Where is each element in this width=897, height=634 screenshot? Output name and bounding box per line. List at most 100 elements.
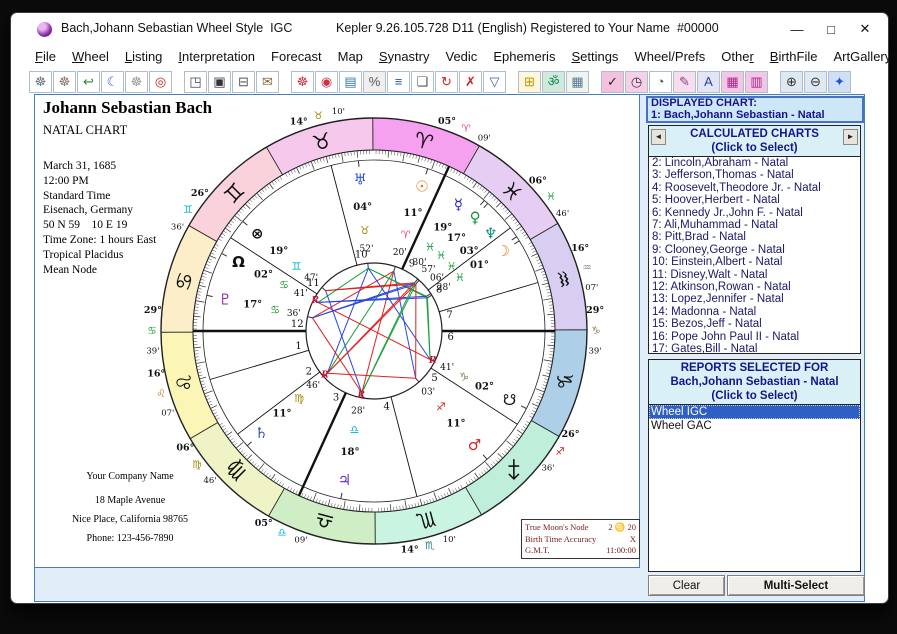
multi-select-button[interactable]: Multi-Select	[727, 575, 865, 596]
menu-item-birthfile[interactable]: BirthFile	[762, 47, 826, 66]
svg-text:♊: ♊	[292, 260, 302, 273]
svg-text:36': 36'	[542, 464, 555, 474]
calculated-chart-item[interactable]: 17: Gates,Bill - Natal	[649, 343, 860, 353]
menu-item-map[interactable]: Map	[330, 47, 371, 66]
menu-item-vedic[interactable]: Vedic	[438, 47, 486, 66]
calculated-chart-item[interactable]: 9: Clooney,George - Natal	[649, 244, 860, 256]
clock-wheel-icon[interactable]: ◔	[649, 71, 672, 93]
compass-icon[interactable]: ◎	[149, 71, 172, 93]
menu-item-listing[interactable]: Listing	[117, 47, 171, 66]
svg-text:♉: ♉	[360, 224, 370, 237]
report-item[interactable]: Wheel IGC	[649, 405, 860, 419]
scroll-right-button[interactable]: ►	[843, 129, 858, 145]
menu-item-synastry[interactable]: Synastry	[371, 47, 438, 66]
om-icon[interactable]: ॐ	[542, 71, 565, 93]
svg-text:41': 41'	[294, 289, 308, 299]
clock-icon[interactable]: ◷	[625, 71, 648, 93]
copy-pages-icon[interactable]: ❏	[411, 71, 434, 93]
menu-item-interpretation[interactable]: Interpretation	[170, 47, 263, 66]
svg-text:12: 12	[291, 319, 304, 330]
menu-item-wheelprefs[interactable]: Wheel/Prefs	[626, 47, 713, 66]
gift-wheel-icon[interactable]: ⊞	[518, 71, 541, 93]
svg-text:2: 2	[306, 366, 312, 377]
svg-text:01°: 01°	[470, 260, 489, 271]
calculated-chart-item[interactable]: 2: Lincoln,Abraham - Natal	[649, 157, 860, 169]
svg-text:09': 09'	[478, 133, 491, 143]
menu-item-wheel[interactable]: Wheel	[64, 47, 117, 66]
checkbox-icon[interactable]: ✓	[601, 71, 624, 93]
app-window: Bach,Johann Sebastian Wheel Style IGC Ke…	[10, 12, 889, 604]
calculated-chart-item[interactable]: 4: Roosevelt,Theodore Jr. - Natal	[649, 182, 860, 194]
menu-item-artgallery[interactable]: ArtGallery	[825, 47, 897, 66]
refresh-icon[interactable]: ↻	[435, 71, 458, 93]
scroll-left-button[interactable]: ◄	[651, 129, 666, 145]
notes-icon[interactable]: ✎	[673, 71, 696, 93]
maximize-button[interactable]: □	[814, 13, 848, 45]
svg-text:11°: 11°	[273, 409, 292, 420]
calculated-chart-item[interactable]: 10: Einstein,Albert - Natal	[649, 256, 860, 268]
svg-text:☿: ☿	[454, 196, 463, 214]
calculated-chart-item[interactable]: 15: Bezos,Jeff - Natal	[649, 318, 860, 330]
report-item[interactable]: Wheel GAC	[649, 419, 860, 433]
zoom-out-icon[interactable]: ⊖	[804, 71, 827, 93]
calculated-charts-list[interactable]: 2: Lincoln,Abraham - Natal3: Jefferson,T…	[649, 157, 860, 353]
save-icon[interactable]: ▣	[208, 71, 231, 93]
displayed-chart-value: 1: Bach,Johann Sebastian - Natal	[651, 110, 859, 122]
menu-item-file[interactable]: File	[27, 47, 64, 66]
calculated-chart-item[interactable]: 3: Jefferson,Thomas - Natal	[649, 169, 860, 181]
email-icon[interactable]: ✉	[256, 71, 279, 93]
zoom-in-icon[interactable]: ⊕	[780, 71, 803, 93]
list-icon[interactable]: ≡	[387, 71, 410, 93]
calculated-chart-item[interactable]: 5: Hoover,Herbert - Natal	[649, 194, 860, 206]
company-line: Your Company Name	[35, 467, 225, 486]
menu-bar: FileWheelListingInterpretationForecastMa…	[27, 45, 882, 68]
svg-text:14°: 14°	[401, 545, 419, 556]
wheel-new-icon[interactable]: ☸	[29, 71, 52, 93]
wheel-target-icon[interactable]: ◉	[315, 71, 338, 93]
calendar-icon[interactable]: ▦	[566, 71, 589, 93]
calculated-chart-item[interactable]: 12: Atkinson,Rowan - Natal	[649, 281, 860, 293]
clear-button[interactable]: Clear	[648, 575, 725, 596]
reports-list[interactable]: Wheel IGCWheel GAC	[649, 405, 860, 569]
calculated-chart-item[interactable]: 8: Pitt,Brad - Natal	[649, 231, 860, 243]
calculated-chart-item[interactable]: 7: Ali,Muhammad - Natal	[649, 219, 860, 231]
svg-text:36': 36'	[287, 309, 301, 319]
menu-item-forecast[interactable]: Forecast	[263, 47, 330, 66]
wheel-shaded-icon[interactable]: ☸	[125, 71, 148, 93]
aspects-off-icon[interactable]: ✗	[459, 71, 482, 93]
preview-icon[interactable]: ▥	[745, 71, 768, 93]
minimize-button[interactable]: —	[780, 13, 814, 45]
calculated-chart-item[interactable]: 6: Kennedy Jr.,John F. - Natal	[649, 207, 860, 219]
svg-text:07': 07'	[585, 283, 598, 293]
svg-text:39': 39'	[589, 347, 602, 357]
resize-window-icon[interactable]: ◳	[184, 71, 207, 93]
svg-text:♓: ♓	[455, 271, 465, 284]
menu-item-ephemeris[interactable]: Ephemeris	[485, 47, 563, 66]
svg-text:♇: ♇	[219, 290, 232, 308]
calculated-chart-item[interactable]: 16: Pope John Paul II - Natal	[649, 331, 860, 343]
menu-item-other[interactable]: Other	[713, 47, 762, 66]
day-night-percent-icon[interactable]: %	[363, 71, 386, 93]
close-button[interactable]: ✕	[848, 13, 882, 45]
filter-icon[interactable]: ▽	[483, 71, 506, 93]
photos-icon[interactable]: ▤	[339, 71, 362, 93]
wheel-export-icon[interactable]: ☸	[53, 71, 76, 93]
wheel-solid-icon[interactable]: ☸	[291, 71, 314, 93]
calculated-chart-item[interactable]: 13: Lopez,Jennifer - Natal	[649, 293, 860, 305]
toolbar: ☸☸↩☾☸◎◳▣⊟✉☸◉▤%≡❏↻✗▽⊞ॐ▦✓◷◔✎A▦▥⊕⊖✦	[29, 70, 882, 93]
title-bar: Bach,Johann Sebastian Wheel Style IGC Ke…	[11, 13, 888, 45]
svg-text:03': 03'	[421, 388, 435, 398]
wheel-undo-icon[interactable]: ↩	[77, 71, 100, 93]
calculated-chart-item[interactable]: 14: Madonna - Natal	[649, 306, 860, 318]
menu-item-settings[interactable]: Settings	[563, 47, 626, 66]
print-icon[interactable]: ⊟	[232, 71, 255, 93]
svg-text:04°: 04°	[353, 202, 372, 213]
svg-text:06°: 06°	[176, 443, 194, 454]
table-icon[interactable]: ▦	[721, 71, 744, 93]
svg-text:18°: 18°	[341, 447, 360, 458]
wheel-edit-icon[interactable]: ☾	[101, 71, 124, 93]
svg-text:10': 10'	[443, 535, 456, 545]
star-pointer-icon[interactable]: ✦	[828, 71, 851, 93]
calculated-chart-item[interactable]: 11: Disney,Walt - Natal	[649, 269, 860, 281]
document-a-icon[interactable]: A	[697, 71, 720, 93]
